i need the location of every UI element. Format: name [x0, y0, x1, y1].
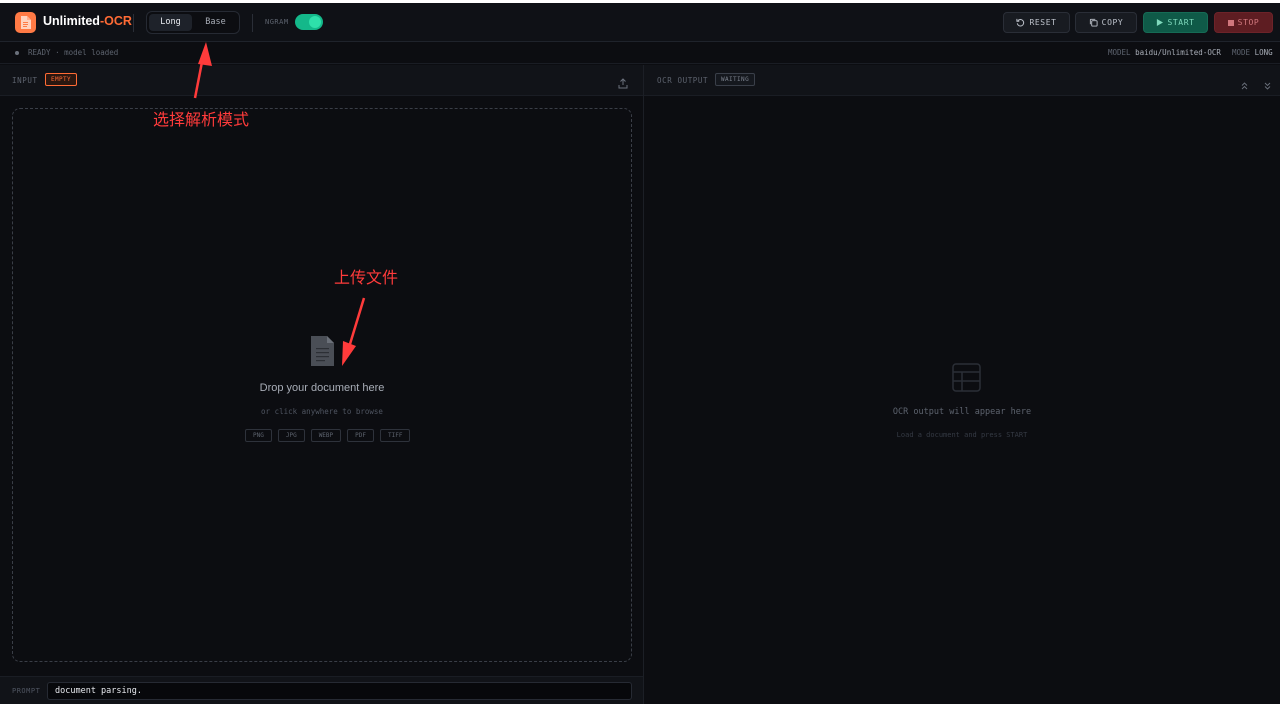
output-empty-subtitle: Load a document and press START — [896, 431, 1028, 439]
play-icon — [1157, 19, 1164, 26]
panel-divider — [643, 65, 644, 704]
supported-formats: PNG JPG WEBP PDF TIFF — [245, 429, 411, 442]
copy-icon — [1089, 18, 1098, 27]
format-tag: WEBP — [310, 429, 342, 442]
mode-hint-annotation: 选择解析模式 — [153, 110, 250, 129]
input-status-badge: EMPTY — [45, 73, 78, 86]
model-info: MODEL baidu/Unlimited-OCR — [1108, 48, 1221, 57]
start-label: START — [1167, 18, 1195, 27]
stop-label: STOP — [1237, 18, 1260, 27]
status-bar: READY · model loaded MODEL baidu/Unlimit… — [0, 43, 1280, 64]
switch-knob — [309, 16, 321, 28]
upload-hint-annotation: 上传文件 — [334, 268, 399, 287]
input-panel-title: INPUT — [12, 76, 38, 85]
format-tag: JPG — [277, 429, 305, 442]
prompt-label: PROMPT — [12, 687, 41, 695]
status-dot-icon — [15, 51, 19, 55]
ngram-label: NGRAM — [265, 18, 289, 26]
expand-up-icon[interactable] — [1241, 75, 1248, 94]
upload-icon[interactable] — [618, 74, 628, 93]
output-panel-header: OCR OUTPUT WAITING — [644, 65, 1280, 96]
stop-icon — [1227, 19, 1234, 26]
format-tag: TIFF — [379, 429, 411, 442]
mode-base-button[interactable]: Base — [194, 14, 237, 31]
document-icon — [15, 12, 36, 33]
copy-button[interactable]: COPY — [1075, 12, 1137, 33]
stop-button[interactable]: STOP — [1214, 12, 1273, 33]
header-divider — [252, 14, 253, 32]
input-panel-header: INPUT EMPTY — [0, 65, 643, 96]
reset-label: RESET — [1029, 18, 1057, 27]
dropzone-subtitle: or click anywhere to browse — [261, 407, 383, 416]
table-icon — [952, 363, 981, 392]
prompt-input[interactable] — [47, 682, 632, 700]
output-panel-title: OCR OUTPUT — [657, 76, 709, 85]
copy-label: COPY — [1101, 18, 1124, 27]
ngram-switch[interactable] — [295, 14, 323, 30]
output-status-badge: WAITING — [715, 73, 756, 86]
status-text: READY · model loaded — [28, 48, 119, 57]
file-dropzone[interactable]: Drop your document here or click anywher… — [12, 108, 632, 662]
format-tag: PNG — [245, 429, 272, 442]
document-icon — [311, 336, 334, 366]
mode-long-button[interactable]: Long — [149, 14, 192, 31]
mode-info: MODE LONG — [1232, 48, 1273, 57]
collapse-down-icon[interactable] — [1264, 75, 1271, 94]
output-empty-title: OCR output will appear here — [892, 407, 1032, 417]
dropzone-title: Drop your document here — [259, 382, 385, 394]
format-tag: PDF — [347, 429, 374, 442]
app-header: Unlimited-OCR Long Base NGRAM RESET COPY… — [0, 3, 1280, 42]
prompt-bar: PROMPT — [0, 676, 643, 704]
app-title: Unlimited-OCR — [43, 14, 132, 28]
header-divider — [133, 14, 134, 32]
parse-mode-toggle: Long Base — [146, 11, 240, 34]
reset-button[interactable]: RESET — [1003, 12, 1070, 33]
start-button[interactable]: START — [1143, 12, 1208, 33]
reset-icon — [1016, 18, 1025, 27]
